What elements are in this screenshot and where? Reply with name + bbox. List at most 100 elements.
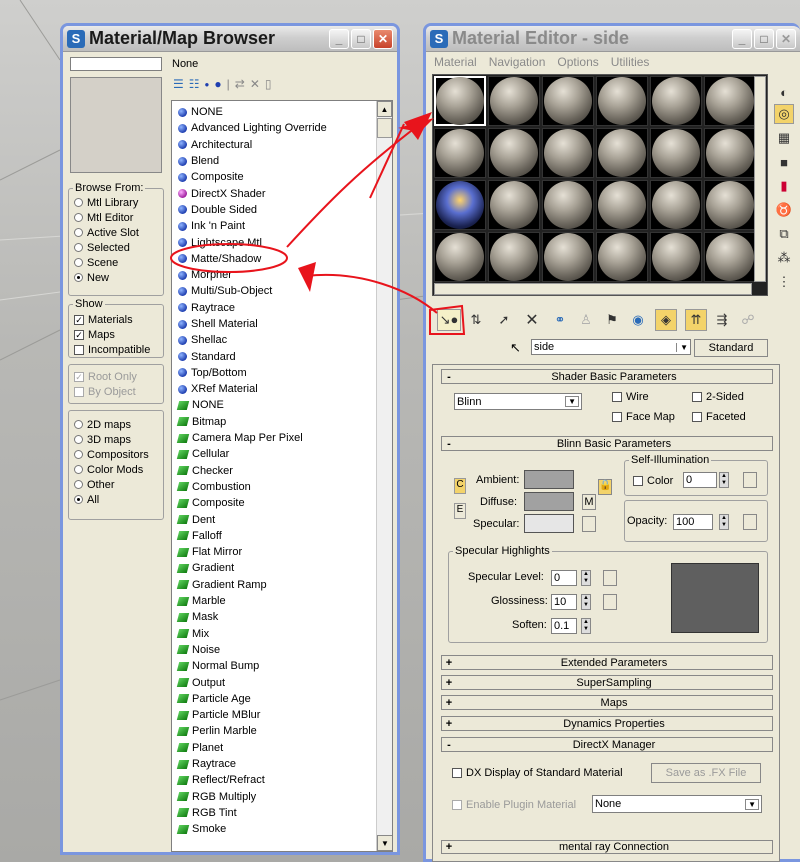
view-small-icons-icon[interactable]: ● bbox=[205, 80, 210, 89]
browse-from-option[interactable]: New bbox=[74, 270, 139, 285]
list-item-material[interactable]: Ink 'n Paint bbox=[178, 218, 327, 234]
rollout-header[interactable]: + Maps bbox=[441, 695, 773, 710]
lock-bracket-icon[interactable]: C bbox=[454, 478, 466, 494]
map-type-option[interactable]: Compositors bbox=[74, 447, 149, 462]
sample-slot[interactable] bbox=[704, 128, 756, 178]
chevron-down-icon[interactable]: ▼ bbox=[565, 396, 579, 407]
list-item-map[interactable]: Planet bbox=[176, 740, 327, 756]
list-item-map[interactable]: Raytrace bbox=[176, 756, 327, 772]
uv-tiling-icon[interactable]: ■ bbox=[774, 152, 794, 172]
faceted-checkbox[interactable]: Faceted bbox=[692, 409, 746, 424]
sample-slot[interactable] bbox=[704, 232, 756, 282]
radio-icon[interactable] bbox=[74, 198, 83, 207]
soften-spinner[interactable]: ▲ ▼ bbox=[581, 618, 591, 634]
material-list[interactable]: NONE Advanced Lighting Override Architectu… bbox=[171, 100, 393, 852]
radio-icon[interactable] bbox=[74, 480, 83, 489]
sample-slot[interactable] bbox=[650, 76, 702, 126]
by-object-checkbox[interactable]: By Object bbox=[74, 384, 137, 399]
rollout-header[interactable]: - DirectX Manager bbox=[441, 737, 773, 752]
clear-icon[interactable]: ▯ bbox=[265, 77, 272, 91]
lock-icon[interactable]: 🔒 bbox=[598, 479, 612, 495]
list-item-material[interactable]: Shellac bbox=[178, 332, 327, 348]
view-large-icons-icon[interactable]: ● bbox=[214, 77, 221, 91]
list-item-map[interactable]: Output bbox=[176, 674, 327, 690]
list-item-map[interactable]: Composite bbox=[176, 495, 327, 511]
list-item-material[interactable]: Composite bbox=[178, 169, 327, 185]
list-item-map[interactable]: Mix bbox=[176, 626, 327, 642]
list-item-map[interactable]: Reflect/Refract bbox=[176, 772, 327, 788]
list-item-map[interactable]: Camera Map Per Pixel bbox=[176, 430, 327, 446]
soften-value[interactable]: 0.1 bbox=[551, 618, 577, 634]
close-button[interactable]: ✕ bbox=[776, 28, 796, 49]
scroll-thumb[interactable] bbox=[377, 118, 392, 138]
show-option[interactable]: Incompatible bbox=[74, 342, 150, 357]
scroll-up-button[interactable]: ▲ bbox=[377, 101, 392, 117]
rollout-header[interactable]: + Dynamics Properties bbox=[441, 716, 773, 731]
lock-bracket-icon-2[interactable]: E bbox=[454, 503, 466, 519]
sample-slot[interactable] bbox=[488, 76, 540, 126]
put-to-library-icon[interactable]: ♙ bbox=[575, 309, 597, 331]
opacity-map-button[interactable] bbox=[743, 514, 757, 530]
self-illum-map-button[interactable] bbox=[743, 472, 757, 488]
view-list-icons-icon[interactable]: ☷ bbox=[189, 77, 200, 91]
radio-icon[interactable] bbox=[74, 450, 83, 459]
browse-from-option[interactable]: Active Slot bbox=[74, 225, 139, 240]
close-button[interactable]: ✕ bbox=[373, 28, 393, 49]
make-unique-icon[interactable]: ⚭ bbox=[549, 309, 571, 331]
list-item-map[interactable]: Smoke bbox=[176, 821, 327, 837]
two-sided-checkbox[interactable]: 2-Sided bbox=[692, 389, 744, 404]
list-item-map[interactable]: RGB Multiply bbox=[176, 788, 327, 804]
sample-slot[interactable] bbox=[704, 180, 756, 230]
list-item-material[interactable]: Blend bbox=[178, 153, 327, 169]
assign-to-selection-icon[interactable]: ➚ bbox=[493, 309, 515, 331]
sample-slot[interactable] bbox=[434, 180, 486, 230]
list-item-material[interactable]: NONE bbox=[178, 104, 327, 120]
list-item-material[interactable]: Raytrace bbox=[178, 300, 327, 316]
editor-titlebar[interactable]: S Material Editor - side _ □ ✕ bbox=[426, 26, 800, 52]
sample-slot[interactable] bbox=[434, 232, 486, 282]
options-icon[interactable]: ⧉ bbox=[774, 224, 794, 244]
list-item-material[interactable]: Shell Material bbox=[178, 316, 327, 332]
self-illum-color-checkbox[interactable]: Color bbox=[633, 473, 673, 488]
glossiness-spinner[interactable]: ▲ ▼ bbox=[581, 594, 591, 610]
list-item-material[interactable]: Double Sided bbox=[178, 202, 327, 218]
sample-slot[interactable] bbox=[488, 232, 540, 282]
pick-material-icon[interactable]: ↖ bbox=[510, 340, 521, 356]
diffuse-map-button[interactable]: M bbox=[582, 494, 596, 510]
view-list-icon[interactable]: ☰ bbox=[173, 77, 184, 91]
plugin-select[interactable]: None ▼ bbox=[592, 795, 762, 813]
list-item-material[interactable]: Matte/Shadow bbox=[178, 251, 327, 267]
browse-from-option[interactable]: Selected bbox=[74, 240, 139, 255]
update-scene-icon[interactable]: ⇄ bbox=[235, 77, 245, 91]
rollout-header[interactable]: + Extended Parameters bbox=[441, 655, 773, 670]
radio-icon[interactable] bbox=[74, 495, 83, 504]
menu-options[interactable]: Options bbox=[557, 55, 598, 69]
diffuse-color-swatch[interactable] bbox=[524, 492, 574, 511]
sample-slot[interactable] bbox=[434, 76, 486, 126]
delete-icon[interactable]: ✕ bbox=[250, 77, 260, 91]
list-item-material[interactable]: Top/Bottom bbox=[178, 365, 327, 381]
radio-icon[interactable] bbox=[74, 243, 83, 252]
list-item-map[interactable]: Checker bbox=[176, 463, 327, 479]
radio-icon[interactable] bbox=[74, 258, 83, 267]
sample-slot[interactable] bbox=[434, 128, 486, 178]
opacity-value[interactable]: 100 bbox=[673, 514, 713, 530]
material-map-navigator-icon[interactable]: ☍ bbox=[737, 309, 759, 331]
background-icon[interactable]: ▦ bbox=[774, 128, 794, 148]
minimize-button[interactable]: _ bbox=[329, 28, 349, 49]
list-item-map[interactable]: Flat Mirror bbox=[176, 544, 327, 560]
go-to-parent-icon[interactable]: ⇈ bbox=[685, 309, 707, 331]
material-effects-channel-icon[interactable]: ⚑ bbox=[601, 309, 623, 331]
video-color-check-icon[interactable]: ▮ bbox=[774, 176, 794, 196]
list-item-material[interactable]: DirectX Shader bbox=[178, 185, 327, 201]
checkbox-icon[interactable]: ✓ bbox=[74, 314, 84, 325]
menu-navigation[interactable]: Navigation bbox=[489, 55, 546, 69]
list-item-map[interactable]: Normal Bump bbox=[176, 658, 327, 674]
list-item-map[interactable]: Bitmap bbox=[176, 414, 327, 430]
list-item-map[interactable]: Dent bbox=[176, 511, 327, 527]
map-type-option[interactable]: 2D maps bbox=[74, 417, 149, 432]
specular-level-spinner[interactable]: ▲ ▼ bbox=[581, 570, 591, 586]
list-item-map[interactable]: Gradient bbox=[176, 560, 327, 576]
opacity-spinner[interactable]: ▲ ▼ bbox=[719, 514, 729, 530]
sample-slot[interactable] bbox=[596, 232, 648, 282]
